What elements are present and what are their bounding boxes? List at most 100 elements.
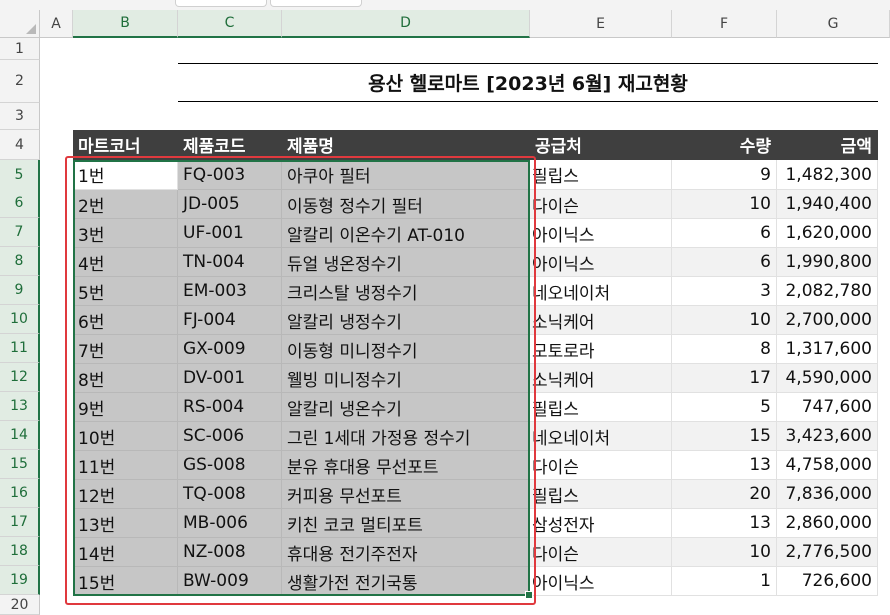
cell-supplier[interactable]: 필립스 (530, 480, 672, 509)
cell-amount[interactable]: 3,423,600 (777, 422, 878, 451)
cell-qty[interactable]: 5 (672, 393, 777, 422)
header-cell-amount[interactable]: 금액 (777, 130, 878, 160)
row-header-16[interactable]: 16 (0, 479, 40, 508)
cell-code[interactable]: TQ-008 (178, 480, 282, 509)
sheet-tab-edge[interactable] (270, 0, 362, 7)
cell-amount[interactable]: 747,600 (777, 393, 878, 422)
cell-name[interactable]: 키친 코코 멀티포트 (282, 509, 530, 538)
cell-qty[interactable]: 9 (672, 160, 777, 190)
cell-code[interactable]: GX-009 (178, 335, 282, 364)
header-cell-name[interactable]: 제품명 (282, 130, 530, 160)
cell-corner[interactable]: 9번 (73, 393, 178, 422)
cell-corner[interactable]: 4번 (73, 248, 178, 277)
row-header-4[interactable]: 4 (0, 130, 40, 160)
row-header-14[interactable]: 14 (0, 421, 40, 450)
cell-code[interactable]: JD-005 (178, 190, 282, 219)
cell-code[interactable]: EM-003 (178, 277, 282, 306)
row-header-17[interactable]: 17 (0, 508, 40, 537)
cell-supplier[interactable]: 소닉케어 (530, 364, 672, 393)
cell-name[interactable]: 커피용 무선포트 (282, 480, 530, 509)
cell-name[interactable]: 알칼리 냉온수기 (282, 393, 530, 422)
row-header-3[interactable]: 3 (0, 103, 40, 130)
row-header-12[interactable]: 12 (0, 363, 40, 392)
cell-supplier[interactable]: 필립스 (530, 160, 672, 190)
cell-name[interactable]: 그린 1세대 가정용 정수기 (282, 422, 530, 451)
cell-amount[interactable]: 2,860,000 (777, 509, 878, 538)
cell-supplier[interactable]: 아이닉스 (530, 219, 672, 248)
cell-supplier[interactable]: 네오네이처 (530, 277, 672, 306)
cell-name[interactable]: 알칼리 이온수기 AT-010 (282, 219, 530, 248)
cell-qty[interactable]: 6 (672, 219, 777, 248)
cell-corner[interactable]: 1번 (73, 160, 178, 190)
cell-code[interactable]: SC-006 (178, 422, 282, 451)
row-header-2[interactable]: 2 (0, 60, 40, 103)
cell-supplier[interactable]: 필립스 (530, 393, 672, 422)
cell-qty[interactable]: 3 (672, 277, 777, 306)
cell-code[interactable]: BW-009 (178, 567, 282, 596)
cell-amount[interactable]: 1,940,400 (777, 190, 878, 219)
column-header-c[interactable]: C (178, 10, 282, 38)
fill-handle[interactable] (525, 591, 533, 599)
cell-amount[interactable]: 7,836,000 (777, 480, 878, 509)
cell-amount[interactable]: 2,082,780 (777, 277, 878, 306)
cell-code[interactable]: FQ-003 (178, 160, 282, 190)
row-header-15[interactable]: 15 (0, 450, 40, 479)
cell-amount[interactable]: 2,776,500 (777, 538, 878, 567)
spreadsheet-grid[interactable]: ABCDEFG 1 2 3 4 5 6 7 8 9 10 11 12 13 14 15 16 17 18 19 20 … (0, 0, 890, 615)
cell-corner[interactable]: 7번 (73, 335, 178, 364)
header-cell-code[interactable]: 제품코드 (178, 130, 282, 160)
row-header-5[interactable]: 5 (0, 160, 40, 190)
cell-name[interactable]: 아쿠아 필터 (282, 160, 530, 190)
cell-qty[interactable]: 10 (672, 538, 777, 567)
cell-amount[interactable]: 4,758,000 (777, 451, 878, 480)
cell-name[interactable]: 크리스탈 냉정수기 (282, 277, 530, 306)
cell-name[interactable]: 이동형 미니정수기 (282, 335, 530, 364)
row-header-9[interactable]: 9 (0, 276, 40, 305)
column-header-f[interactable]: F (672, 10, 777, 38)
cell-supplier[interactable]: 네오네이처 (530, 422, 672, 451)
cell-supplier[interactable]: 모토로라 (530, 335, 672, 364)
cell-qty[interactable]: 15 (672, 422, 777, 451)
cell-supplier[interactable]: 아이닉스 (530, 567, 672, 596)
cell-name[interactable]: 이동형 정수기 필터 (282, 190, 530, 219)
cell-qty[interactable]: 13 (672, 451, 777, 480)
cell-name[interactable]: 휴대용 전기주전자 (282, 538, 530, 567)
cell-amount[interactable]: 726,600 (777, 567, 878, 596)
row-header-11[interactable]: 11 (0, 334, 40, 363)
cell-supplier[interactable]: 다이슨 (530, 190, 672, 219)
cell-corner[interactable]: 10번 (73, 422, 178, 451)
cell-qty[interactable]: 17 (672, 364, 777, 393)
cell-corner[interactable]: 11번 (73, 451, 178, 480)
cell-qty[interactable]: 1 (672, 567, 777, 596)
row-header-8[interactable]: 8 (0, 247, 40, 276)
cell-amount[interactable]: 1,482,300 (777, 160, 878, 190)
header-cell-supplier[interactable]: 공급처 (530, 130, 672, 160)
cell-corner[interactable]: 12번 (73, 480, 178, 509)
cell-code[interactable]: DV-001 (178, 364, 282, 393)
row-header-6[interactable]: 6 (0, 189, 40, 218)
cell-name[interactable]: 분유 휴대용 무선포트 (282, 451, 530, 480)
cell-code[interactable]: RS-004 (178, 393, 282, 422)
cell-name[interactable]: 생활가전 전기국통 (282, 567, 530, 596)
column-header-g[interactable]: G (777, 10, 890, 38)
cell-qty[interactable]: 10 (672, 190, 777, 219)
column-header-e[interactable]: E (530, 10, 672, 38)
sheet-title[interactable]: 용산 헬로마트 [2023년 6월] 재고현황 (178, 63, 878, 102)
cell-code[interactable]: FJ-004 (178, 306, 282, 335)
row-header-18[interactable]: 18 (0, 537, 40, 566)
cell-code[interactable]: NZ-008 (178, 538, 282, 567)
cell-name[interactable]: 알칼리 냉정수기 (282, 306, 530, 335)
cell-corner[interactable]: 6번 (73, 306, 178, 335)
row-header-19[interactable]: 19 (0, 566, 40, 595)
cell-code[interactable]: TN-004 (178, 248, 282, 277)
cell-corner[interactable]: 15번 (73, 567, 178, 596)
cell-qty[interactable]: 6 (672, 248, 777, 277)
cell-supplier[interactable]: 다이슨 (530, 538, 672, 567)
cell-amount[interactable]: 4,590,000 (777, 364, 878, 393)
cell-amount[interactable]: 1,990,800 (777, 248, 878, 277)
cell-qty[interactable]: 8 (672, 335, 777, 364)
cell-corner[interactable]: 13번 (73, 509, 178, 538)
row-header-20[interactable]: 20 (0, 595, 40, 615)
cell-name[interactable]: 듀얼 냉온정수기 (282, 248, 530, 277)
cell-name[interactable]: 웰빙 미니정수기 (282, 364, 530, 393)
